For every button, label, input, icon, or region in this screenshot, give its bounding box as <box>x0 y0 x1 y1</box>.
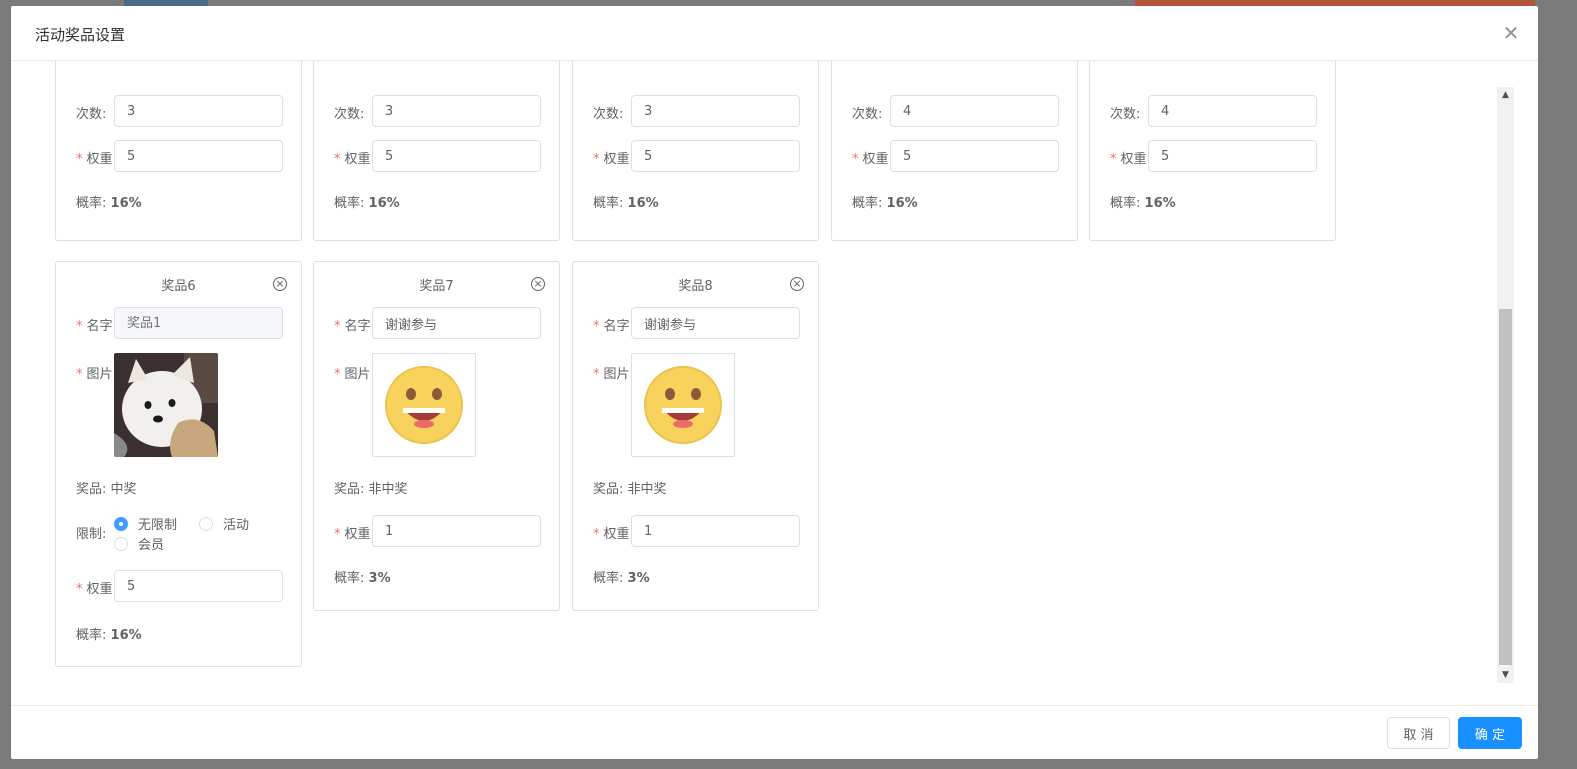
prize-card-8: 奖品8 × *名字 *图片 奖品: 非中奖 <box>572 261 819 611</box>
probability-value: 16% <box>110 196 142 211</box>
limit-radio-member[interactable]: 会员 <box>114 534 164 553</box>
card-title: 奖品7 <box>419 279 454 294</box>
probability-text: 概率: 16% <box>76 628 142 643</box>
remove-circle-icon[interactable]: × <box>273 277 287 291</box>
prize-card: 次数: *权重 概率: 16% <box>831 61 1078 241</box>
prize-card: 次数: *权重 概率: 16% <box>55 61 302 241</box>
weight-input[interactable] <box>372 515 541 547</box>
smiley-icon[interactable] <box>372 353 476 457</box>
cancel-button[interactable]: 取 消 <box>1387 717 1450 749</box>
card-title: 奖品6 <box>161 279 196 294</box>
prize-type-value: 非中奖 <box>627 482 667 497</box>
limit-radio-unlimited[interactable]: 无限制 <box>114 514 177 533</box>
prize-type-value: 非中奖 <box>368 482 408 497</box>
prize-type-text: 奖品: 非中奖 <box>593 482 667 497</box>
dialog-body: 次数: *权重 概率: 16% 次数: *权重 概率: 16% 次数: <box>11 61 1538 705</box>
name-label: * 名字 <box>593 319 630 334</box>
name-input[interactable] <box>631 307 800 339</box>
weight-input[interactable] <box>631 140 800 172</box>
probability-value: 3% <box>368 571 391 586</box>
probability-text: 概率: 16% <box>76 196 142 211</box>
weight-input[interactable] <box>1148 140 1317 172</box>
probability-value: 16% <box>886 196 918 211</box>
prize-card-7: 奖品7 × *名字 *图片 奖品: 非中奖 <box>313 261 560 611</box>
weight-input[interactable] <box>114 140 283 172</box>
radio-dot <box>114 537 128 551</box>
count-label: 次数: <box>1110 107 1141 122</box>
weight-input[interactable] <box>890 140 1059 172</box>
dialog-footer: 取 消 确 定 <box>11 705 1538 759</box>
probability-text: 概率: 3% <box>334 571 391 586</box>
name-input[interactable] <box>114 307 283 339</box>
smiley-icon[interactable] <box>631 353 735 457</box>
name-label: * 名字 <box>334 319 371 334</box>
remove-circle-icon[interactable]: × <box>531 277 545 291</box>
dog-photo[interactable] <box>114 353 218 457</box>
card-title: 奖品8 <box>678 279 713 294</box>
vertical-scrollbar[interactable]: ▲ ▼ <box>1497 87 1514 683</box>
scroll-thumb[interactable] <box>1499 309 1512 665</box>
count-input[interactable] <box>890 95 1059 127</box>
limit-label: 限制: <box>76 527 107 542</box>
weight-label: * 权重 <box>334 527 371 542</box>
weight-label: * 权重 <box>593 527 630 542</box>
name-label: * 名字 <box>76 319 113 334</box>
scroll-up-icon[interactable]: ▲ <box>1497 87 1514 103</box>
remove-circle-icon[interactable]: × <box>790 277 804 291</box>
probability-value: 16% <box>1144 196 1176 211</box>
weight-label: * 权重 <box>852 152 889 167</box>
count-input[interactable] <box>1148 95 1317 127</box>
close-icon[interactable]: ✕ <box>1502 23 1520 43</box>
count-input[interactable] <box>372 95 541 127</box>
prize-type-text: 奖品: 中奖 <box>76 482 137 497</box>
weight-input[interactable] <box>114 570 283 602</box>
count-label: 次数: <box>593 107 624 122</box>
name-input[interactable] <box>372 307 541 339</box>
weight-input[interactable] <box>631 515 800 547</box>
count-label: 次数: <box>76 107 107 122</box>
weight-label: * 权重 <box>76 152 113 167</box>
probability-text: 概率: 3% <box>593 571 650 586</box>
weight-label: * 权重 <box>593 152 630 167</box>
probability-text: 概率: 16% <box>334 196 400 211</box>
probability-text: 概率: 16% <box>852 196 918 211</box>
prize-settings-dialog: 活动奖品设置 ✕ 次数: *权重 概率: 16% 次数: *权重 <box>11 6 1538 759</box>
image-label: * 图片 <box>76 367 113 382</box>
dialog-header: 活动奖品设置 ✕ <box>11 6 1538 61</box>
weight-label: * 权重 <box>76 582 113 597</box>
limit-radio-activity[interactable]: 活动 <box>199 514 249 533</box>
prize-type-text: 奖品: 非中奖 <box>334 482 408 497</box>
image-label: * 图片 <box>334 367 371 382</box>
prize-card: 次数: *权重 概率: 16% <box>1089 61 1336 241</box>
image-label: * 图片 <box>593 367 630 382</box>
probability-value: 16% <box>110 628 142 643</box>
dialog-title: 活动奖品设置 <box>35 26 126 44</box>
prize-card: 次数: *权重 概率: 16% <box>572 61 819 241</box>
prize-type-value: 中奖 <box>110 482 137 497</box>
count-input[interactable] <box>631 95 800 127</box>
probability-value: 3% <box>627 571 650 586</box>
prize-card: 次数: *权重 概率: 16% <box>313 61 560 241</box>
radio-dot <box>114 517 128 531</box>
scroll-down-icon[interactable]: ▼ <box>1497 667 1514 683</box>
confirm-button[interactable]: 确 定 <box>1458 717 1522 749</box>
weight-label: * 权重 <box>1110 152 1147 167</box>
probability-value: 16% <box>627 196 659 211</box>
count-label: 次数: <box>852 107 883 122</box>
prize-card-6: 奖品6 × *名字 *图片 <box>55 261 302 667</box>
probability-value: 16% <box>368 196 400 211</box>
weight-label: * 权重 <box>334 152 371 167</box>
weight-input[interactable] <box>372 140 541 172</box>
count-label: 次数: <box>334 107 365 122</box>
count-input[interactable] <box>114 95 283 127</box>
probability-text: 概率: 16% <box>1110 196 1176 211</box>
radio-dot <box>199 517 213 531</box>
probability-text: 概率: 16% <box>593 196 659 211</box>
